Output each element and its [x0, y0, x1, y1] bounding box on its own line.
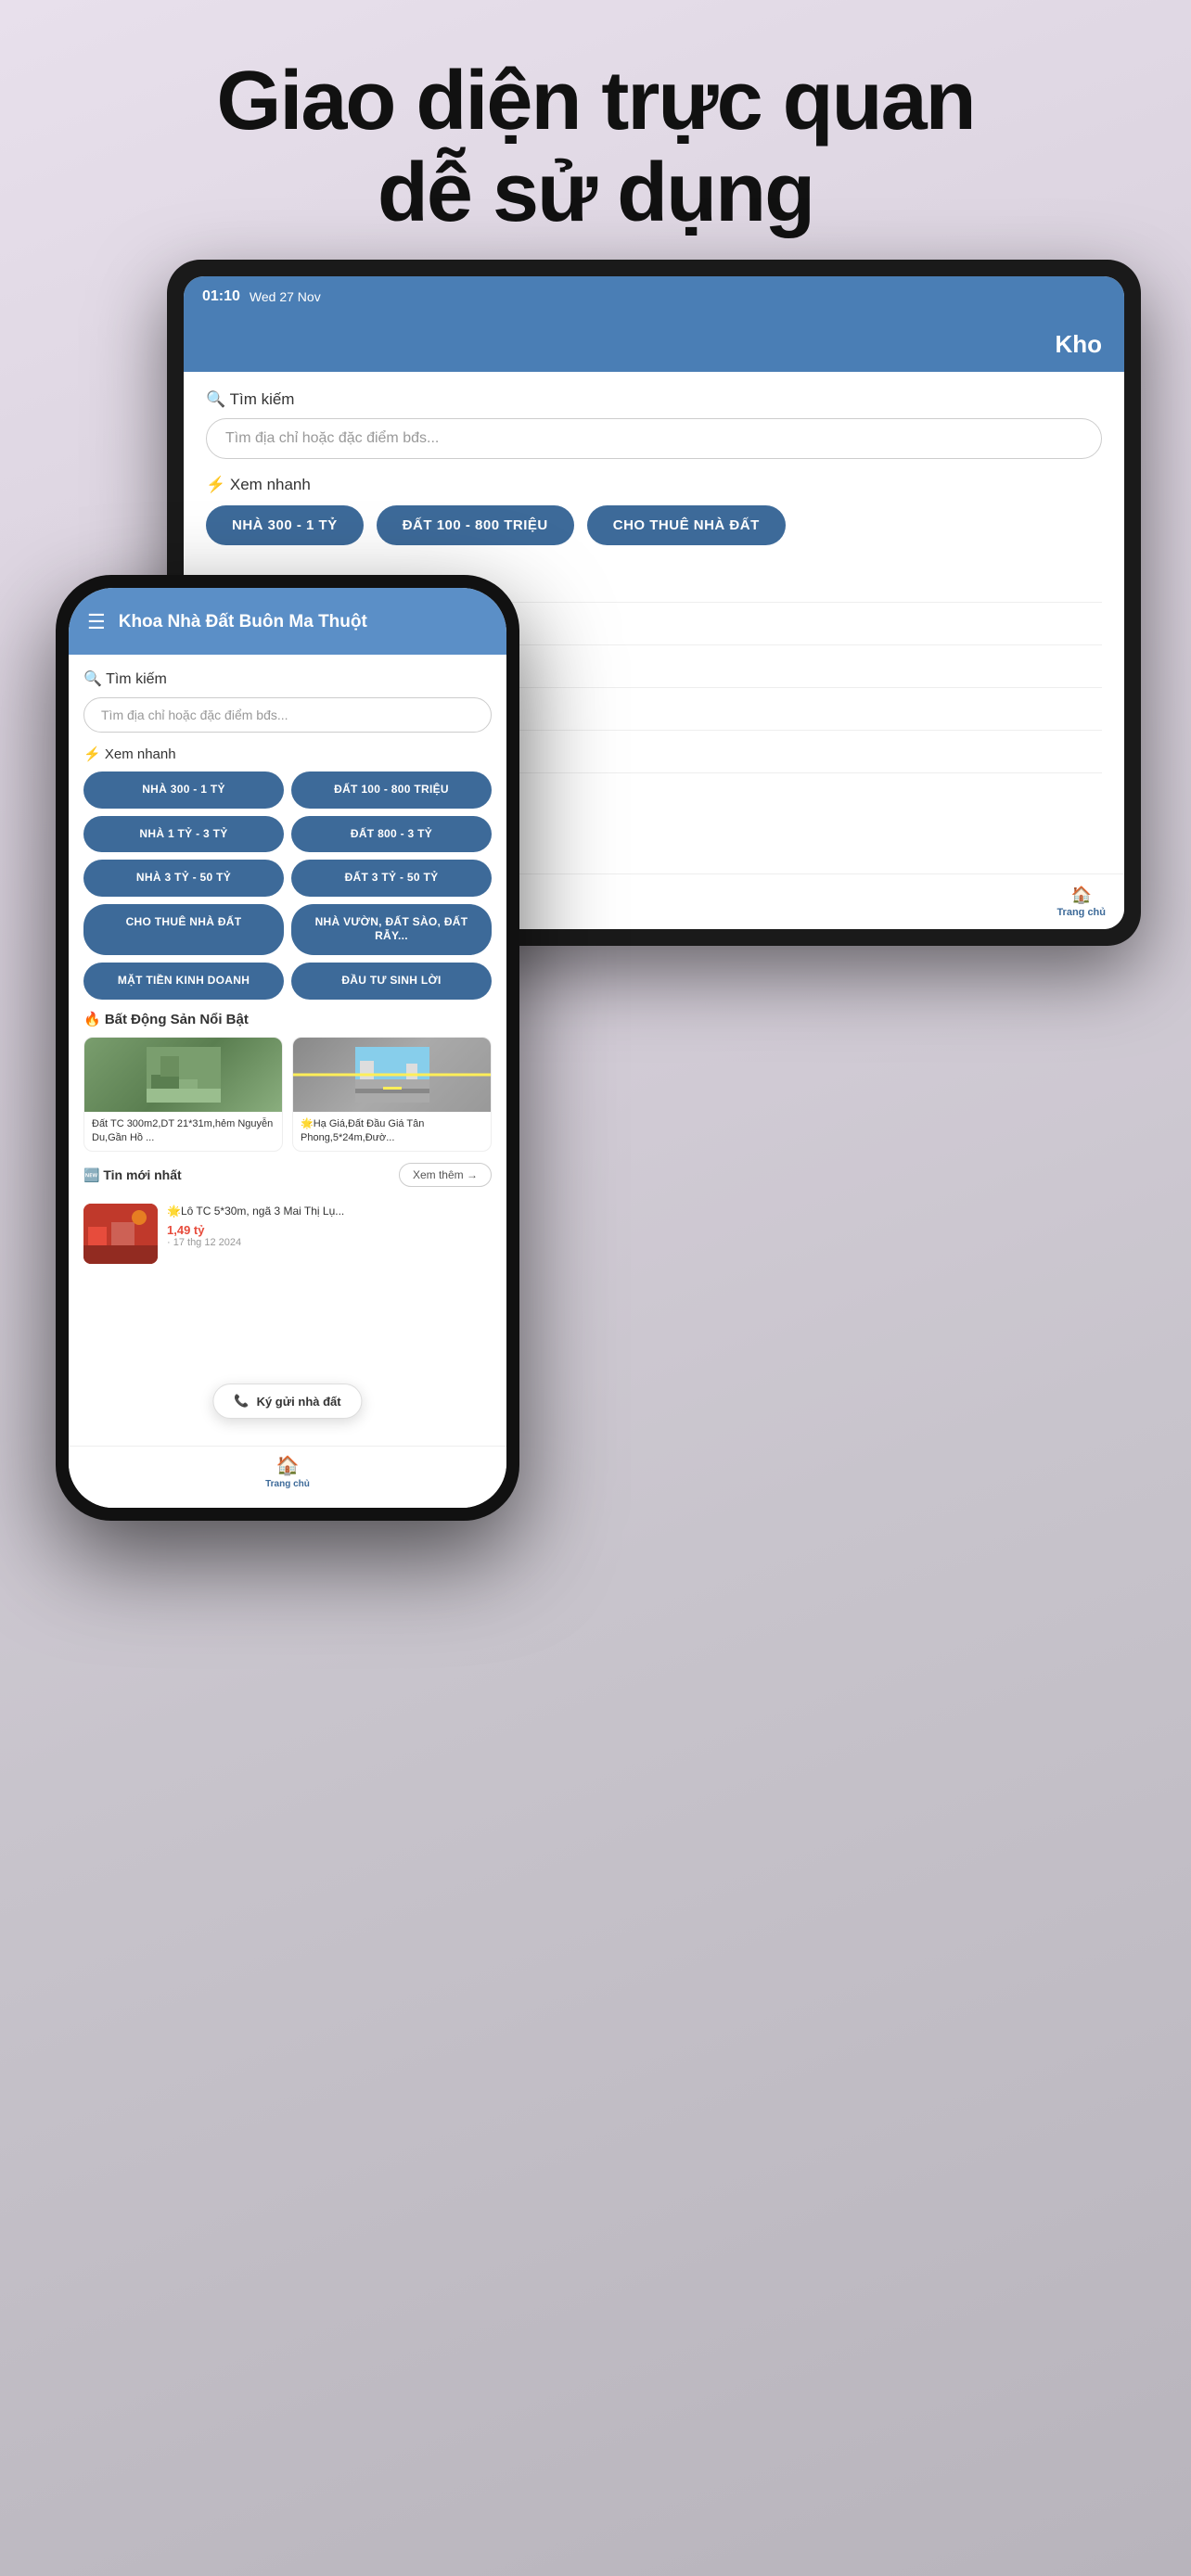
tablet-date: Wed 27 Nov: [250, 289, 321, 304]
phone-property-card-0[interactable]: Đất TC 300m2,DT 21*31m,hẻm Nguyễn Du,Gần…: [83, 1037, 283, 1153]
phone-btn-6[interactable]: CHO THUÊ NHÀ ĐẤT: [83, 904, 284, 955]
phone-quick-grid: NHÀ 300 - 1 TỶ ĐẤT 100 - 800 TRIỆU NHÀ 1…: [83, 772, 492, 1000]
tablet-search-label: 🔍 Tìm kiếm: [206, 390, 1102, 409]
tablet-search-input[interactable]: Tìm địa chỉ hoặc đặc điểm bđs...: [206, 418, 1102, 459]
phone-search-label: 🔍 Tìm kiếm: [83, 670, 492, 688]
phone-featured-title: 🔥 Bất Động Sản Nổi Bật: [83, 1011, 492, 1027]
tablet-status-bar: 01:10 Wed 27 Nov: [184, 276, 1124, 317]
phone-body: 🔍 Tìm kiếm Tìm địa chỉ hoặc đặc điểm bđs…: [69, 655, 506, 1446]
tablet-btn-dat[interactable]: ĐẤT 100 - 800 TRIỆU: [377, 505, 574, 545]
hero-title: Giao diện trực quan dễ sử dụng: [74, 56, 1117, 239]
tablet-time: 01:10: [202, 288, 240, 305]
hero-line2: dễ sử dụng: [378, 147, 813, 239]
phone-see-more-btn[interactable]: Xem thêm →: [399, 1163, 492, 1187]
phone-device: ☰ Khoa Nhà Đất Buôn Ma Thuột 🔍 Tìm kiếm …: [56, 575, 519, 1521]
phone-header: ☰ Khoa Nhà Đất Buôn Ma Thuột: [69, 588, 506, 655]
phone-btn-9[interactable]: ĐẦU TƯ SINH LỜI: [291, 963, 492, 1000]
news-price-0: 1,49 tỷ: [167, 1223, 492, 1237]
phone-btn-0[interactable]: NHÀ 300 - 1 TỶ: [83, 772, 284, 809]
phone-frame: ☰ Khoa Nhà Đất Buôn Ma Thuột 🔍 Tìm kiếm …: [56, 575, 519, 1521]
phone-property-card-1[interactable]: 🌟Hạ Giá,Đất Đầu Giá Tân Phong,5*24m,Đườ.…: [292, 1037, 492, 1153]
property-image-1: [293, 1038, 491, 1112]
phone-app-title: Khoa Nhà Đất Buôn Ma Thuột: [119, 612, 367, 632]
phone-property-cards: Đất TC 300m2,DT 21*31m,hẻm Nguyễn Du,Gần…: [83, 1037, 492, 1153]
phone-news-section: 🆕 Tin mới nhất Xem thêm →: [83, 1163, 492, 1187]
floating-action-button[interactable]: 📞 Ký gửi nhà đất: [212, 1384, 362, 1419]
phone-btn-3[interactable]: ĐẤT 800 - 3 TỶ: [291, 816, 492, 853]
phone-btn-1[interactable]: ĐẤT 100 - 800 TRIỆU: [291, 772, 492, 809]
phone-bottom-nav: 🏠 Trang chủ: [69, 1446, 506, 1508]
tablet-btn-nha[interactable]: NHÀ 300 - 1 TỶ: [206, 505, 364, 545]
phone-search-input[interactable]: Tìm địa chỉ hoặc đặc điểm bđs...: [83, 697, 492, 733]
phone-quick-label: ⚡ Xem nhanh: [83, 746, 492, 762]
tablet-title: Kho: [1055, 330, 1102, 358]
news-text-0: 🌟Lô TC 5*30m, ngã 3 Mai Thị Lụ...: [167, 1204, 492, 1219]
property-image-0: [84, 1038, 282, 1112]
tablet-nav-home-label: Trang chủ: [1057, 907, 1106, 918]
tablet-nav-home[interactable]: 🏠 Trang chủ: [1057, 886, 1106, 918]
tablet-header: Kho: [184, 317, 1124, 372]
property-text-1: 🌟Hạ Giá,Đất Đầu Giá Tân Phong,5*24m,Đườ.…: [293, 1112, 491, 1152]
tablet-btn-thue[interactable]: CHO THUÊ NHÀ ĐẤT: [587, 505, 786, 545]
phone-btn-2[interactable]: NHÀ 1 TỶ - 3 TỶ: [83, 816, 284, 853]
phone-news-title: 🆕 Tin mới nhất: [83, 1167, 182, 1183]
menu-icon[interactable]: ☰: [87, 610, 106, 634]
phone-screen: ☰ Khoa Nhà Đất Buôn Ma Thuột 🔍 Tìm kiếm …: [69, 588, 506, 1508]
phone-btn-8[interactable]: MẶT TIỀN KINH DOANH: [83, 963, 284, 1000]
phone-btn-7[interactable]: NHÀ VƯỜN, ĐẤT SÀO, ĐẤT RẪY...: [291, 904, 492, 955]
hero-line1: Giao diện trực quan: [216, 55, 974, 147]
property-text-0: Đất TC 300m2,DT 21*31m,hẻm Nguyễn Du,Gần…: [84, 1112, 282, 1152]
tablet-quick-buttons: NHÀ 300 - 1 TỶ ĐẤT 100 - 800 TRIỆU CHO T…: [206, 505, 1102, 545]
phone-icon: 📞: [234, 1394, 249, 1409]
tablet-quick-label: ⚡ Xem nhanh: [206, 476, 1102, 494]
phone-tab-home[interactable]: 🏠 Trang chủ: [265, 1454, 310, 1489]
phone-btn-5[interactable]: ĐẤT 3 TỶ - 50 TỶ: [291, 860, 492, 897]
home-icon: 🏠: [1071, 886, 1092, 905]
phone-scroll: 🔍 Tìm kiếm Tìm địa chỉ hoặc đặc điểm bđs…: [69, 655, 506, 1446]
news-thumbnail-0: [83, 1204, 158, 1264]
phone-btn-4[interactable]: NHÀ 3 TỶ - 50 TỶ: [83, 860, 284, 897]
phone-featured-section: 🔥 Bất Động Sản Nổi Bật: [83, 1011, 492, 1153]
phone-news-item-0[interactable]: 🌟Lô TC 5*30m, ngã 3 Mai Thị Lụ... 1,49 t…: [83, 1194, 492, 1273]
hero-section: Giao diện trực quan dễ sử dụng: [0, 0, 1191, 267]
phone-tab-home-label: Trang chủ: [265, 1479, 310, 1489]
news-content-0: 🌟Lô TC 5*30m, ngã 3 Mai Thị Lụ... 1,49 t…: [167, 1204, 492, 1248]
phone-home-icon: 🏠: [276, 1454, 300, 1477]
news-date-0: · 17 thg 12 2024: [167, 1237, 492, 1248]
floating-btn-label: Ký gửi nhà đất: [257, 1395, 341, 1409]
